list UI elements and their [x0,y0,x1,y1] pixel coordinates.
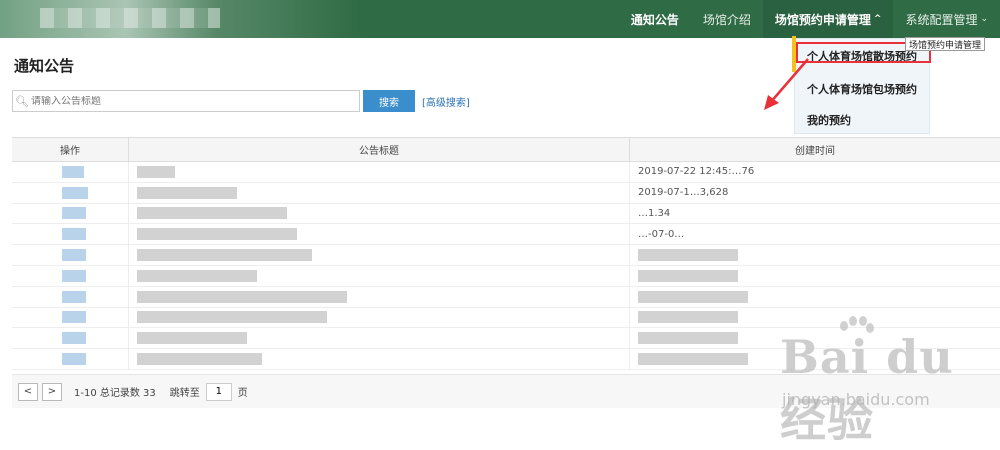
table-row: …-07-0… [12,224,1000,246]
row-created-time [638,353,748,366]
watermark-url: jingyan.baidu.com [782,390,930,409]
row-action-link[interactable] [62,186,88,199]
next-page-button[interactable]: > [42,382,62,401]
search-button[interactable]: 搜索 [363,90,415,112]
table-row: …1.34 [12,203,1000,225]
search-input[interactable] [31,95,359,107]
table-row [12,265,1000,287]
row-created-time [638,311,738,324]
page-number-input[interactable] [205,382,232,401]
search-field[interactable]: 🔍︎ [12,90,360,112]
table-row [12,286,1000,308]
chevron-down-icon: ⌄ [980,14,988,24]
row-created-time: …1.34 [638,207,671,219]
column-header-actions: 操作 [12,138,129,161]
prev-page-button[interactable]: < [18,382,38,401]
row-created-time [638,332,738,345]
page-unit-label: 页 [237,388,248,399]
advanced-search-link[interactable]: [高级搜索] [422,94,470,109]
row-action-link[interactable] [62,332,86,345]
nav-item-system-config[interactable]: 系统配置管理 ⌄ [893,0,1000,38]
row-action-link[interactable] [62,207,86,220]
row-created-time: 2019-07-1…3,628 [638,187,729,199]
table-header: 操作 公告标题 创建时间 [12,138,1000,162]
table-row: 2019-07-1…3,628 [12,182,1000,204]
search-icon: 🔍︎ [15,94,29,108]
row-title[interactable] [137,353,262,366]
row-title[interactable] [137,207,287,220]
nav-tooltip: 场馆预约申请管理 [905,37,986,51]
main-nav: 通知公告 场馆介绍 场馆预约申请管理 ^ 系统配置管理 ⌄ [619,0,1000,38]
row-title[interactable] [137,311,327,324]
column-header-created: 创建时间 [795,146,835,157]
row-action-link[interactable] [62,290,86,303]
annotation-arrow [764,58,809,110]
row-created-time: …-07-0… [638,228,685,240]
page-title: 通知公告 [14,57,75,75]
chevron-up-icon: ^ [873,14,882,24]
row-created-time [638,249,738,262]
jump-to-label: 跳转至 [169,388,200,399]
row-created-time [638,290,748,303]
row-title[interactable] [137,290,347,303]
nav-item-notices[interactable]: 通知公告 [619,0,691,38]
row-created-time: 2019-07-22 12:45:…76 [638,166,755,178]
row-action-link[interactable] [62,249,86,262]
row-action-link[interactable] [62,165,84,178]
top-nav-bar: 通知公告 场馆介绍 场馆预约申请管理 ^ 系统配置管理 ⌄ [0,0,1000,38]
row-title[interactable] [137,249,312,262]
row-title[interactable] [137,332,247,345]
row-title[interactable] [137,186,237,199]
row-action-link[interactable] [62,228,86,241]
row-action-link[interactable] [62,353,86,366]
table-row: 2019-07-22 12:45:…76 [12,162,1000,183]
nav-item-booking-management[interactable]: 场馆预约申请管理 ^ [762,0,894,38]
row-title[interactable] [137,165,175,178]
nav-item-venue-intro[interactable]: 场馆介绍 [691,0,763,38]
baidu-watermark: Bai du 经验 jingyan.baidu.com [780,316,1000,447]
table-row [12,245,1000,266]
record-count: 1-10 总记录数 33 [74,388,156,399]
row-created-time [638,269,738,282]
row-action-link[interactable] [62,311,86,324]
row-action-link[interactable] [62,269,86,282]
site-logo [0,0,360,38]
column-header-title: 公告标题 [129,138,630,161]
row-title[interactable] [137,269,257,282]
row-title[interactable] [137,228,297,241]
